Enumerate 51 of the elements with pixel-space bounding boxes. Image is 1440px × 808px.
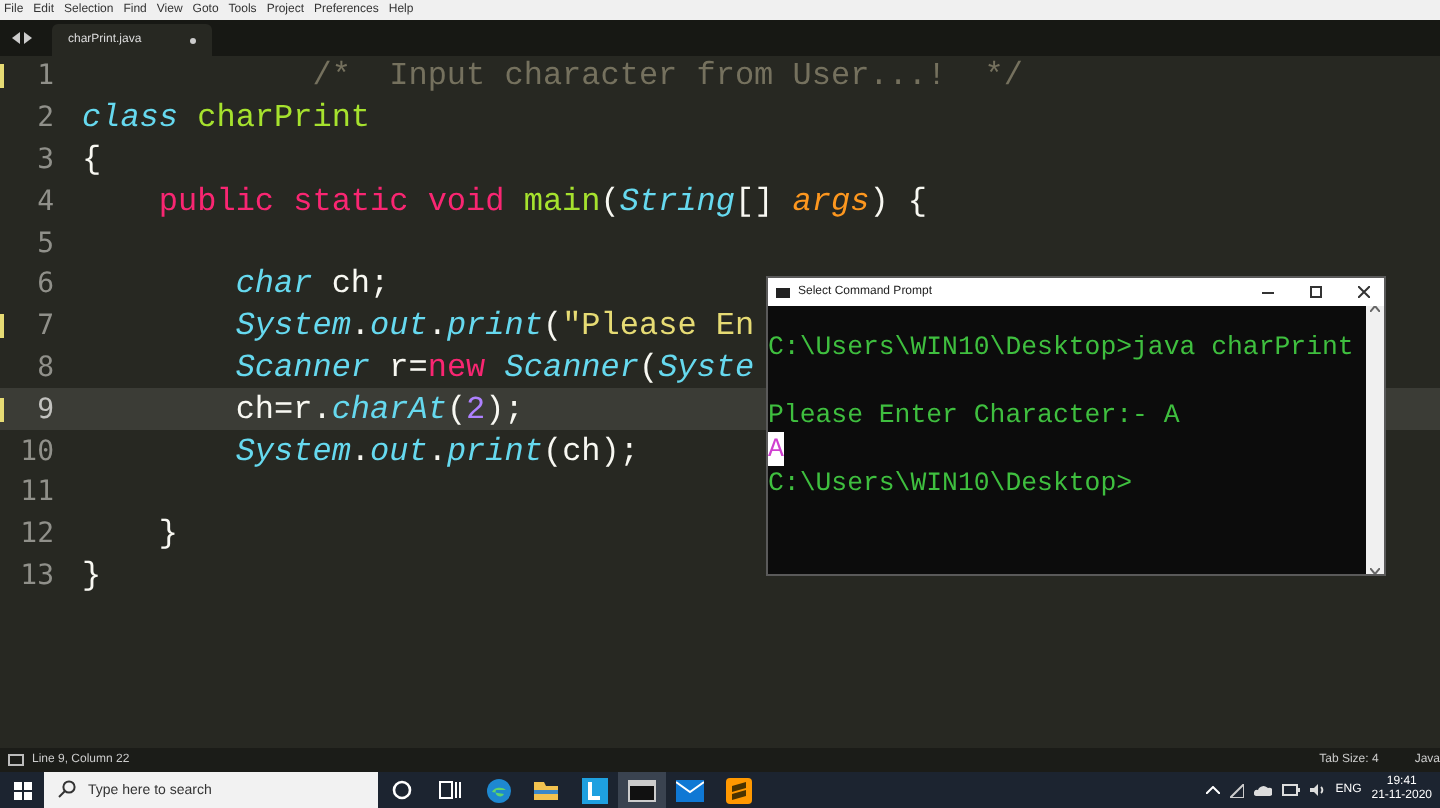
line-number: 4 [35,185,54,218]
close-icon[interactable] [1358,286,1370,298]
scroll-up-icon[interactable] [1370,306,1380,312]
line-number: 1 [35,60,54,93]
line-number: 9 [35,393,54,426]
panel-icon[interactable] [8,754,24,766]
maximize-icon[interactable] [1310,286,1322,298]
line-number: 11 [18,476,54,509]
code-line: /* Input character from User...! */ [310,58,1023,95]
code-line: class charPrint [80,100,371,137]
code-line: { [80,141,102,178]
volume-icon[interactable] [1309,784,1326,796]
back-arrow-icon[interactable] [12,32,20,44]
line-number: 13 [18,559,54,592]
line-number: 7 [35,310,54,343]
browser-icon[interactable] [485,777,511,803]
code-line: System.out.print(ch); [233,433,639,470]
line-number: 2 [35,102,54,135]
network-icon[interactable] [1229,783,1244,797]
line-number: 3 [35,143,54,176]
task-view-icon[interactable] [438,780,462,800]
line-number: 5 [35,227,54,260]
code-line: Scanner r=new Scanner(Syste [233,349,755,386]
line-number: 8 [35,351,54,384]
code-line: ch=r.charAt(2); [233,391,524,428]
circle-icon[interactable] [392,780,412,800]
code-line: } [80,557,102,594]
windows-start-icon[interactable] [13,781,31,799]
code-line: System.out.print("Please En [233,308,755,345]
code-line: } [156,516,179,553]
cloud-icon[interactable] [1253,784,1272,796]
code-line: char ch; [233,266,390,303]
line-number: 6 [35,268,54,301]
folder-icon[interactable] [532,778,560,802]
editor-app-icon[interactable] [725,777,751,803]
scroll-down-icon[interactable] [1370,568,1380,574]
code-line: public static void main(String[] args) { [156,183,927,220]
line-number: 12 [18,518,54,551]
minimize-icon[interactable] [1262,291,1274,293]
terminal-line: C:\Users\WIN10\Desktop> [768,466,1133,500]
terminal-icon [776,287,790,297]
terminal-icon[interactable] [628,779,656,801]
mail-icon[interactable] [676,779,704,801]
letter-app-icon[interactable] [581,777,607,803]
line-number: 10 [18,435,54,468]
battery-icon[interactable] [1281,784,1300,796]
forward-arrow-icon[interactable] [24,32,32,44]
terminal-line: C:\Users\WIN10\Desktop>java charPrint [768,330,1354,364]
terminal-line: Please Enter Character:- A [768,398,1180,432]
chevron-up-icon[interactable] [1205,786,1220,794]
scrollbar[interactable] [1366,306,1384,574]
